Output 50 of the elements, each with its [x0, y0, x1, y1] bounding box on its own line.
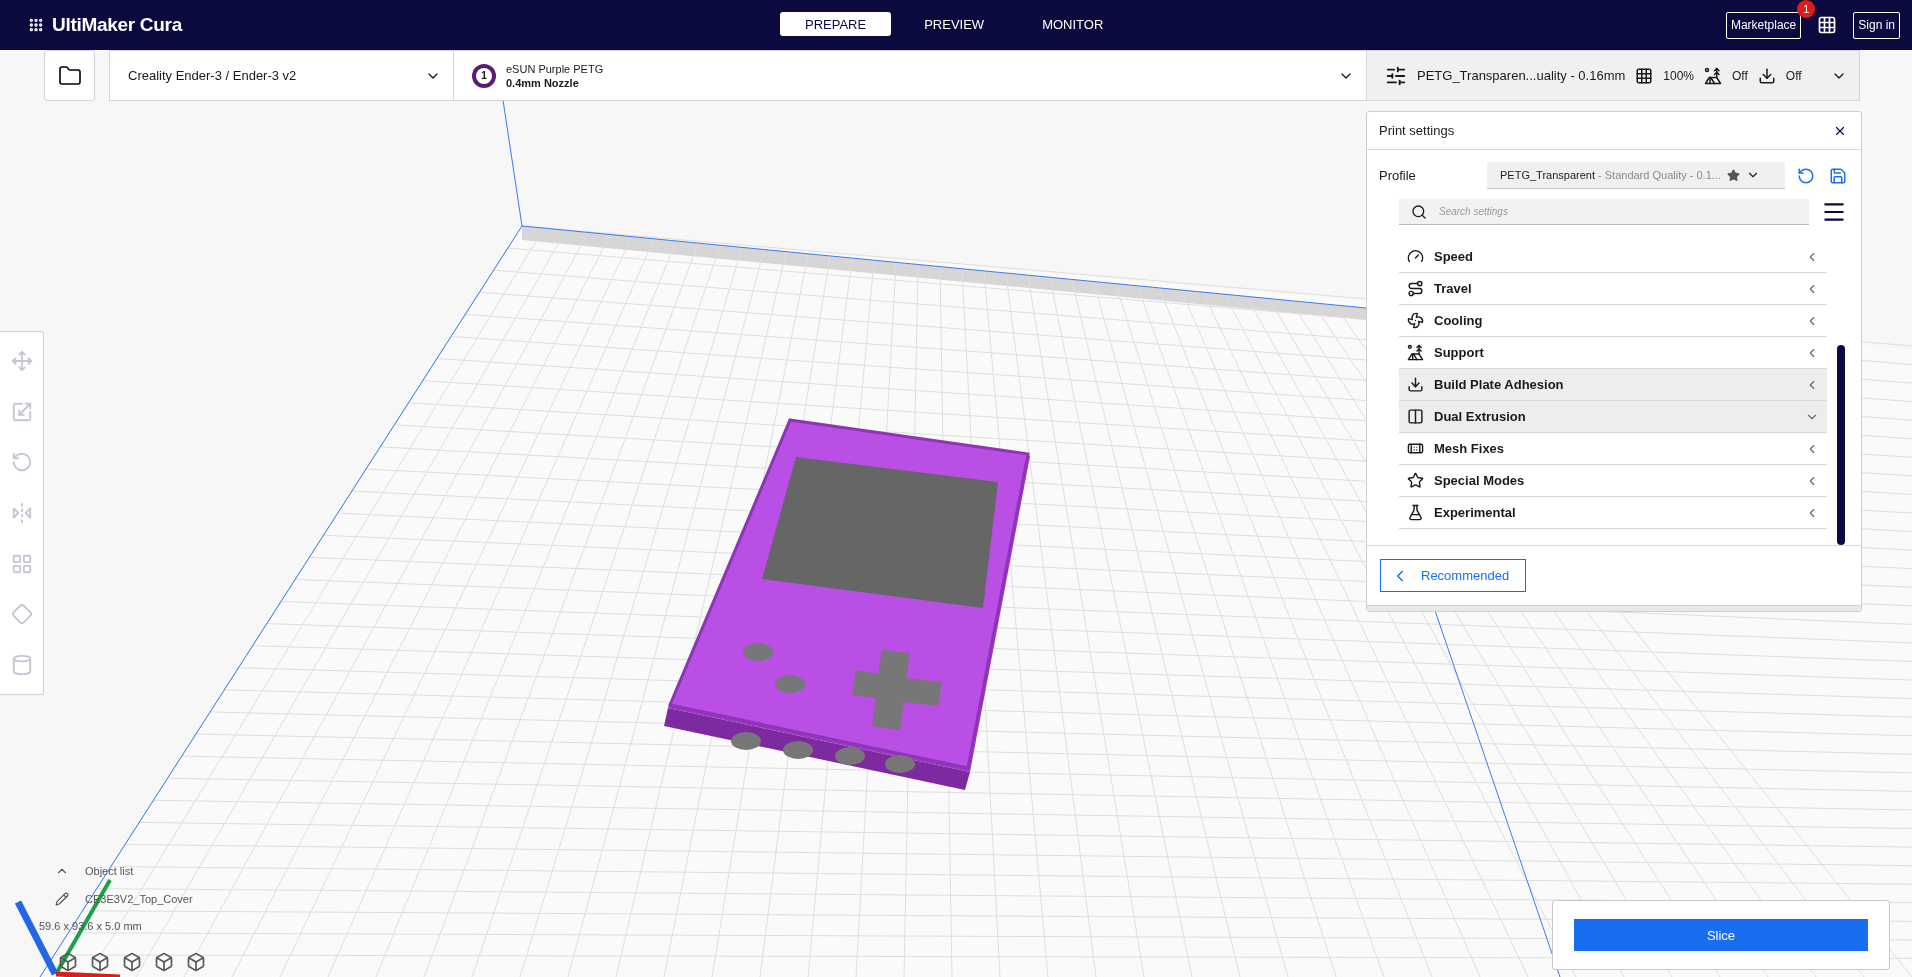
category-icon	[1407, 280, 1424, 297]
stage-tab[interactable]: PREPARE	[780, 12, 892, 36]
category-icon	[1407, 408, 1424, 425]
settings-category[interactable]: Build Plate Adhesion	[1399, 369, 1827, 401]
panel-title: Print settings	[1379, 123, 1455, 138]
view-cube-button[interactable]	[154, 952, 174, 972]
profile-label: Profile	[1379, 168, 1416, 183]
category-icon	[1407, 312, 1424, 329]
tool-icon-glyph	[10, 501, 33, 524]
tool-icon-glyph	[10, 653, 33, 676]
view-cube-button[interactable]	[122, 952, 142, 972]
tool-icon-glyph	[10, 603, 33, 626]
tool-icon-glyph	[10, 451, 33, 474]
category-icon	[1407, 376, 1424, 393]
profile-dropdown[interactable]: PETG_Transparent - Standard Quality - 0.1...	[1487, 162, 1785, 189]
cube-icon	[122, 952, 142, 972]
marketplace-button[interactable]: Marketplace	[1725, 11, 1802, 39]
cube-icon	[186, 952, 206, 972]
tool-icon-glyph	[10, 350, 33, 373]
recommended-button[interactable]: Recommended	[1380, 559, 1527, 592]
stage-tab[interactable]: PREVIEW	[899, 12, 1010, 36]
tool-icon-glyph	[10, 552, 33, 575]
folder-icon	[57, 63, 82, 88]
scrollbar-thumb[interactable]	[1837, 345, 1845, 545]
cube-icon	[90, 952, 110, 972]
reset-icon	[1797, 166, 1815, 185]
category-icon	[1407, 472, 1424, 489]
view-cube-button[interactable]	[186, 952, 206, 972]
search-field[interactable]: Search settings	[1399, 199, 1809, 225]
open-file-button[interactable]	[44, 50, 95, 101]
category-icon	[1407, 248, 1424, 265]
stage-tab[interactable]: MONITOR	[1017, 12, 1129, 36]
slice-button[interactable]: Slice	[1574, 919, 1868, 951]
search-icon	[1411, 204, 1427, 220]
category-icon	[1407, 504, 1424, 521]
apps-grid-icon	[1817, 15, 1838, 35]
app-logo: UltiMaker Cura	[28, 14, 182, 36]
view-cube-button[interactable]	[90, 952, 110, 972]
logo-mark-icon	[28, 17, 44, 33]
cube-icon	[58, 952, 78, 972]
star-icon	[1726, 168, 1740, 182]
notification-badge: 1	[1797, 0, 1816, 18]
save-icon	[1829, 166, 1847, 185]
tool-icon-glyph	[10, 400, 33, 423]
sign-in-button[interactable]: Sign in	[1853, 11, 1900, 39]
view-cube-button[interactable]	[58, 952, 78, 972]
edit-icon[interactable]	[55, 892, 69, 906]
cube-icon	[154, 952, 174, 972]
settings-category[interactable]: Dual Extrusion	[1399, 401, 1827, 433]
category-icon	[1407, 344, 1424, 361]
